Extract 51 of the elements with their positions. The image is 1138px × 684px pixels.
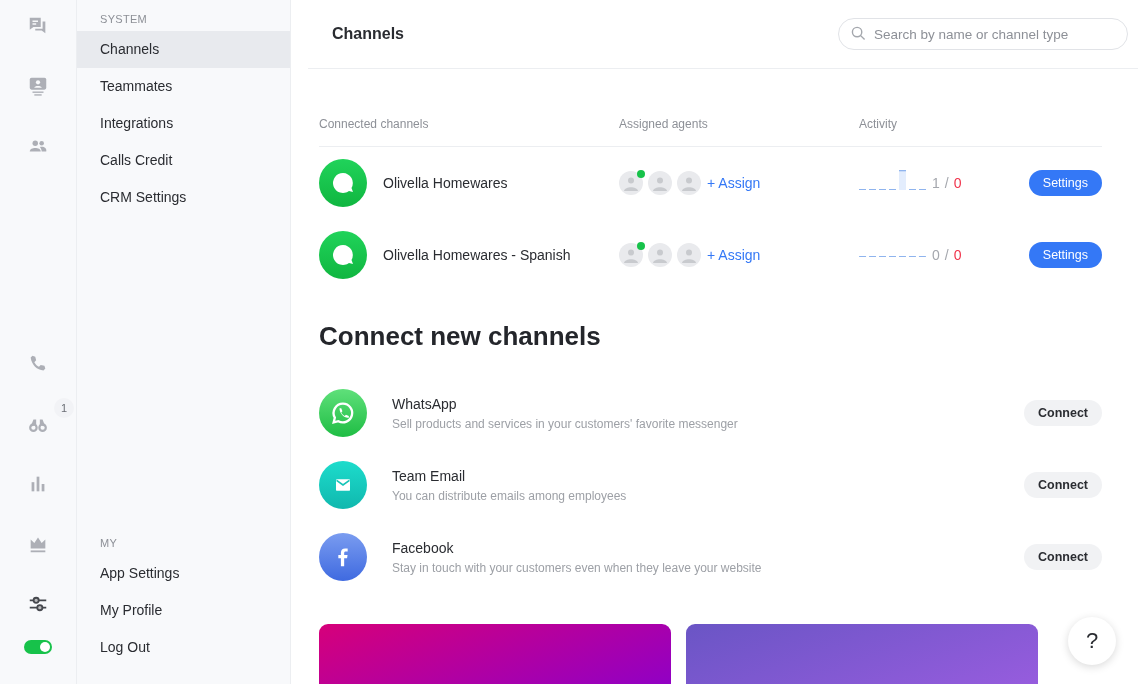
column-header: Assigned agents bbox=[619, 117, 709, 131]
sidebar-item[interactable]: Integrations bbox=[77, 105, 290, 142]
sidebar-item[interactable]: Channels bbox=[77, 31, 290, 68]
sidebar-item[interactable]: CRM Settings bbox=[77, 179, 290, 216]
facebook-logo-icon bbox=[319, 533, 367, 581]
channel-name: Olivella Homewares bbox=[383, 175, 508, 191]
settings-button[interactable]: Settings bbox=[1028, 242, 1102, 268]
search-icon bbox=[851, 26, 866, 41]
section-heading: Connect new channels bbox=[319, 321, 602, 352]
channel-name: Team Email bbox=[392, 467, 467, 484]
activity-sparkline bbox=[859, 255, 926, 257]
sidebar-item[interactable]: App Settings bbox=[77, 555, 290, 592]
sidebar-item[interactable]: Calls Credit bbox=[77, 142, 290, 179]
separator: / bbox=[944, 175, 949, 191]
page-title: Channels bbox=[332, 25, 404, 43]
channel-description: You can distribute emails among employees bbox=[392, 488, 628, 503]
missed-count: 0 bbox=[953, 175, 962, 191]
activity-count: 1 bbox=[932, 175, 940, 191]
activity-sparkline bbox=[859, 169, 926, 191]
separator: / bbox=[944, 247, 949, 263]
chat-logo-icon bbox=[319, 231, 367, 279]
chat-logo-icon bbox=[319, 159, 367, 207]
assign-link[interactable]: + Assign bbox=[707, 175, 761, 191]
column-header: Connected channels bbox=[319, 117, 430, 131]
whatsapp-logo-icon bbox=[319, 389, 367, 437]
search-field[interactable]: Search by name or channel type bbox=[838, 18, 1128, 50]
notification-badge: 1 bbox=[54, 398, 74, 418]
activity-count: 0 bbox=[932, 247, 940, 263]
channel-description: Sell products and services in your customers' favorite messenger bbox=[392, 416, 739, 431]
section-heading: MY bbox=[99, 536, 119, 550]
column-header: Activity bbox=[859, 117, 898, 131]
assign-link[interactable]: + Assign bbox=[707, 247, 761, 263]
connect-button[interactable]: Connect bbox=[1024, 544, 1102, 570]
connect-button[interactable]: Connect bbox=[1024, 400, 1102, 426]
section-heading: SYSTEM bbox=[99, 12, 149, 26]
user-avatar-icon bbox=[619, 243, 643, 267]
channel-name: WhatsApp bbox=[392, 395, 458, 412]
toggle-switch[interactable] bbox=[24, 640, 52, 654]
sidebar-item[interactable]: My Profile bbox=[77, 592, 290, 629]
channel-name: Olivella Homewares - Spanish bbox=[383, 247, 571, 263]
user-avatar-icon bbox=[619, 171, 643, 195]
settings-button[interactable]: Settings bbox=[1028, 170, 1102, 196]
channel-description: Stay in touch with your customers even when they leave your website bbox=[392, 560, 763, 575]
contact-card-icon bbox=[27, 75, 49, 97]
help-button[interactable]: ? bbox=[1068, 617, 1116, 665]
sidebar-item[interactable]: Log Out bbox=[77, 629, 290, 666]
envelope-logo-icon bbox=[319, 461, 367, 509]
missed-count: 0 bbox=[953, 247, 962, 263]
connect-button[interactable]: Connect bbox=[1024, 472, 1102, 498]
channel-name: Facebook bbox=[392, 539, 455, 556]
sidebar-item[interactable]: Teammates bbox=[77, 68, 290, 105]
